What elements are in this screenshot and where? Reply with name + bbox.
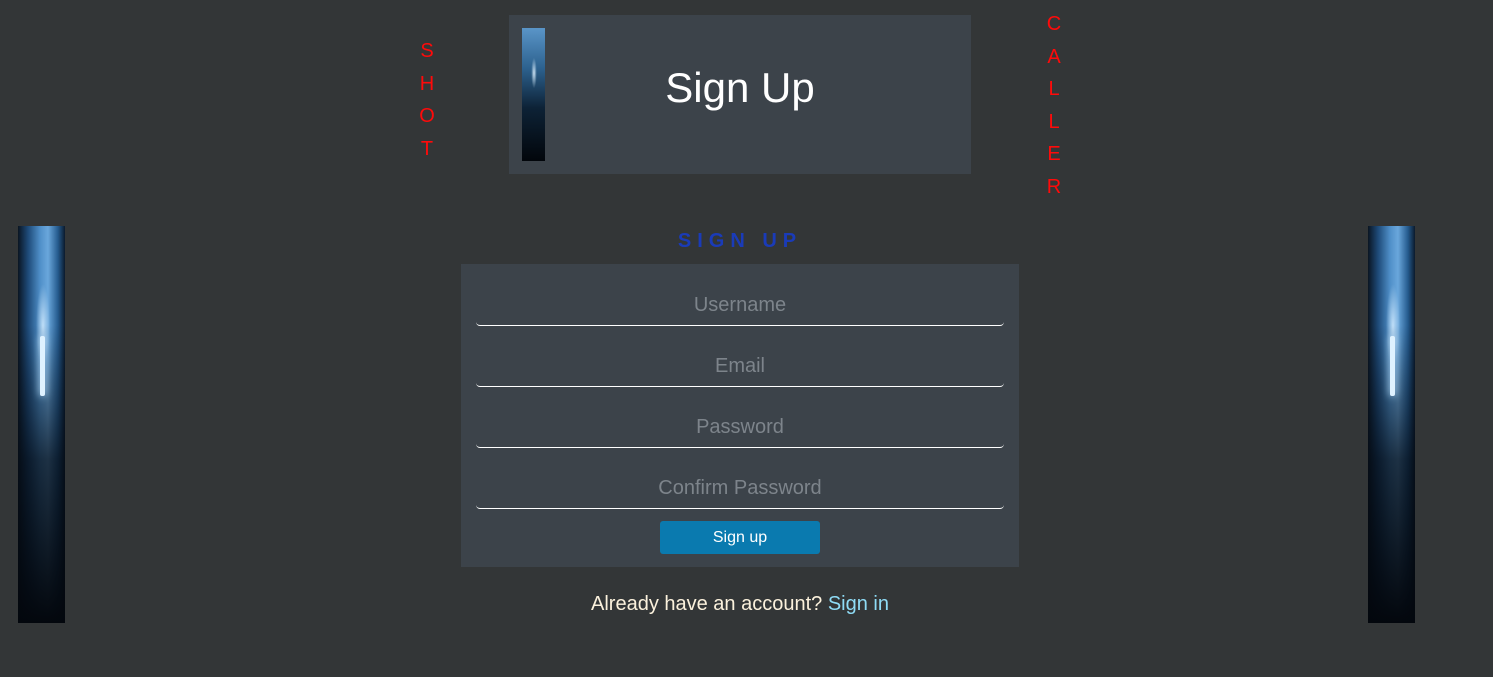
email-input[interactable] [476, 347, 1004, 387]
page-header: Sign Up [509, 15, 971, 174]
signin-prompt-text: Already have an account? [591, 593, 823, 615]
signin-prompt: Already have an account? Sign in [461, 592, 1019, 616]
light-glow [40, 336, 45, 396]
sign-in-link[interactable]: Sign in [828, 593, 889, 615]
right-side-image [1368, 226, 1415, 623]
brand-letter: A [1047, 45, 1061, 68]
brand-letter: L [1048, 110, 1060, 133]
password-input[interactable] [476, 408, 1004, 448]
brand-letter: R [1046, 175, 1062, 198]
brand-word-caller: C A L L E R [1044, 8, 1064, 203]
brand-letter: S [420, 40, 434, 62]
brand-letter: L [1048, 78, 1060, 100]
brand-letter: T [420, 137, 434, 160]
form-heading: SIGN UP [677, 230, 803, 252]
signup-form: Sign up [461, 264, 1019, 567]
brand-word-shot: S H O T [417, 35, 437, 165]
brand-letter: O [419, 105, 435, 127]
brand-letter: C [1046, 13, 1062, 35]
page-title: Sign Up [665, 64, 815, 111]
brand-letter: E [1047, 143, 1061, 165]
light-glow [1390, 336, 1395, 396]
brand-letter: H [419, 72, 435, 95]
username-input[interactable] [476, 286, 1004, 326]
confirm-password-input[interactable] [476, 469, 1004, 509]
left-side-image [18, 226, 65, 623]
sign-up-button[interactable]: Sign up [660, 521, 820, 554]
